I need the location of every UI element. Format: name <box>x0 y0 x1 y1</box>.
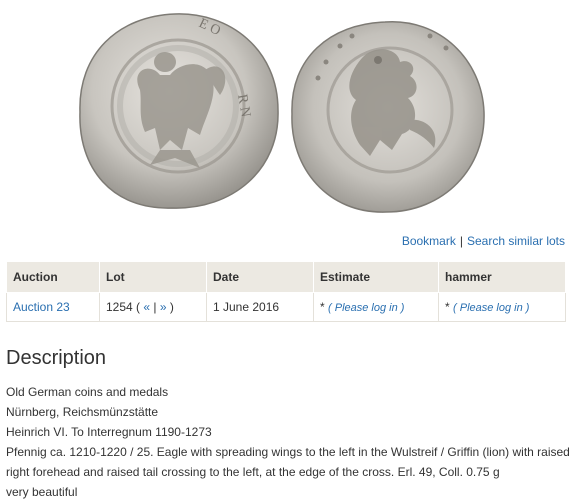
coin-obverse-image: E O R N <box>79 13 279 209</box>
header-lot: Lot <box>99 261 207 293</box>
lot-actions: Bookmark | Search similar lots <box>402 234 565 248</box>
estimate-login-link[interactable]: ( Please log in ) <box>328 302 404 314</box>
hammer-cell: * ( Please log in ) <box>438 292 566 322</box>
description-line: Old German coins and medals <box>6 385 169 399</box>
header-date: Date <box>206 261 314 293</box>
next-lot-link[interactable]: » <box>160 300 167 314</box>
lot-cell: 1254 ( « | » ) <box>99 292 207 322</box>
date-cell: 1 June 2016 <box>206 292 314 322</box>
description-line: Heinrich VI. To Interregnum 1190-1273 <box>6 425 212 439</box>
bookmark-link[interactable]: Bookmark <box>402 234 456 248</box>
coin-images: E O R N <box>0 0 576 228</box>
description-line: very beautiful <box>6 485 78 499</box>
estimate-prefix: * <box>320 300 325 314</box>
header-estimate: Estimate <box>313 261 439 293</box>
auction-link[interactable]: Auction 23 <box>13 300 70 314</box>
hammer-prefix: * <box>445 300 450 314</box>
auction-table: Auction Lot Date Estimate hammer Auction… <box>6 261 566 322</box>
description-body: Old German coins and medals Nürnberg, Re… <box>6 382 570 502</box>
previous-lot-link[interactable]: « <box>143 300 150 314</box>
lot-nav-separator: | <box>153 300 157 314</box>
table-row: Auction 23 1254 ( « | » ) 1 June 2016 * … <box>6 292 566 322</box>
coin-reverse-image <box>291 21 485 213</box>
header-hammer: hammer <box>438 261 566 293</box>
description-line: Nürnberg, Reichsmünzstätte <box>6 405 159 419</box>
lot-nav-open: ( <box>136 300 141 314</box>
search-similar-link[interactable]: Search similar lots <box>467 234 565 248</box>
header-auction: Auction <box>6 261 100 293</box>
links-separator: | <box>459 234 463 248</box>
estimate-cell: * ( Please log in ) <box>313 292 439 322</box>
description-heading: Description <box>6 347 107 369</box>
table-header-row: Auction Lot Date Estimate hammer <box>6 261 566 293</box>
lot-number: 1254 <box>106 300 133 314</box>
description-line: Pfennig ca. 1210-1220 / 25. Eagle with s… <box>6 445 570 479</box>
lot-nav-close: ) <box>169 300 174 314</box>
auction-cell: Auction 23 <box>6 292 100 322</box>
hammer-login-link[interactable]: ( Please log in ) <box>453 302 529 314</box>
